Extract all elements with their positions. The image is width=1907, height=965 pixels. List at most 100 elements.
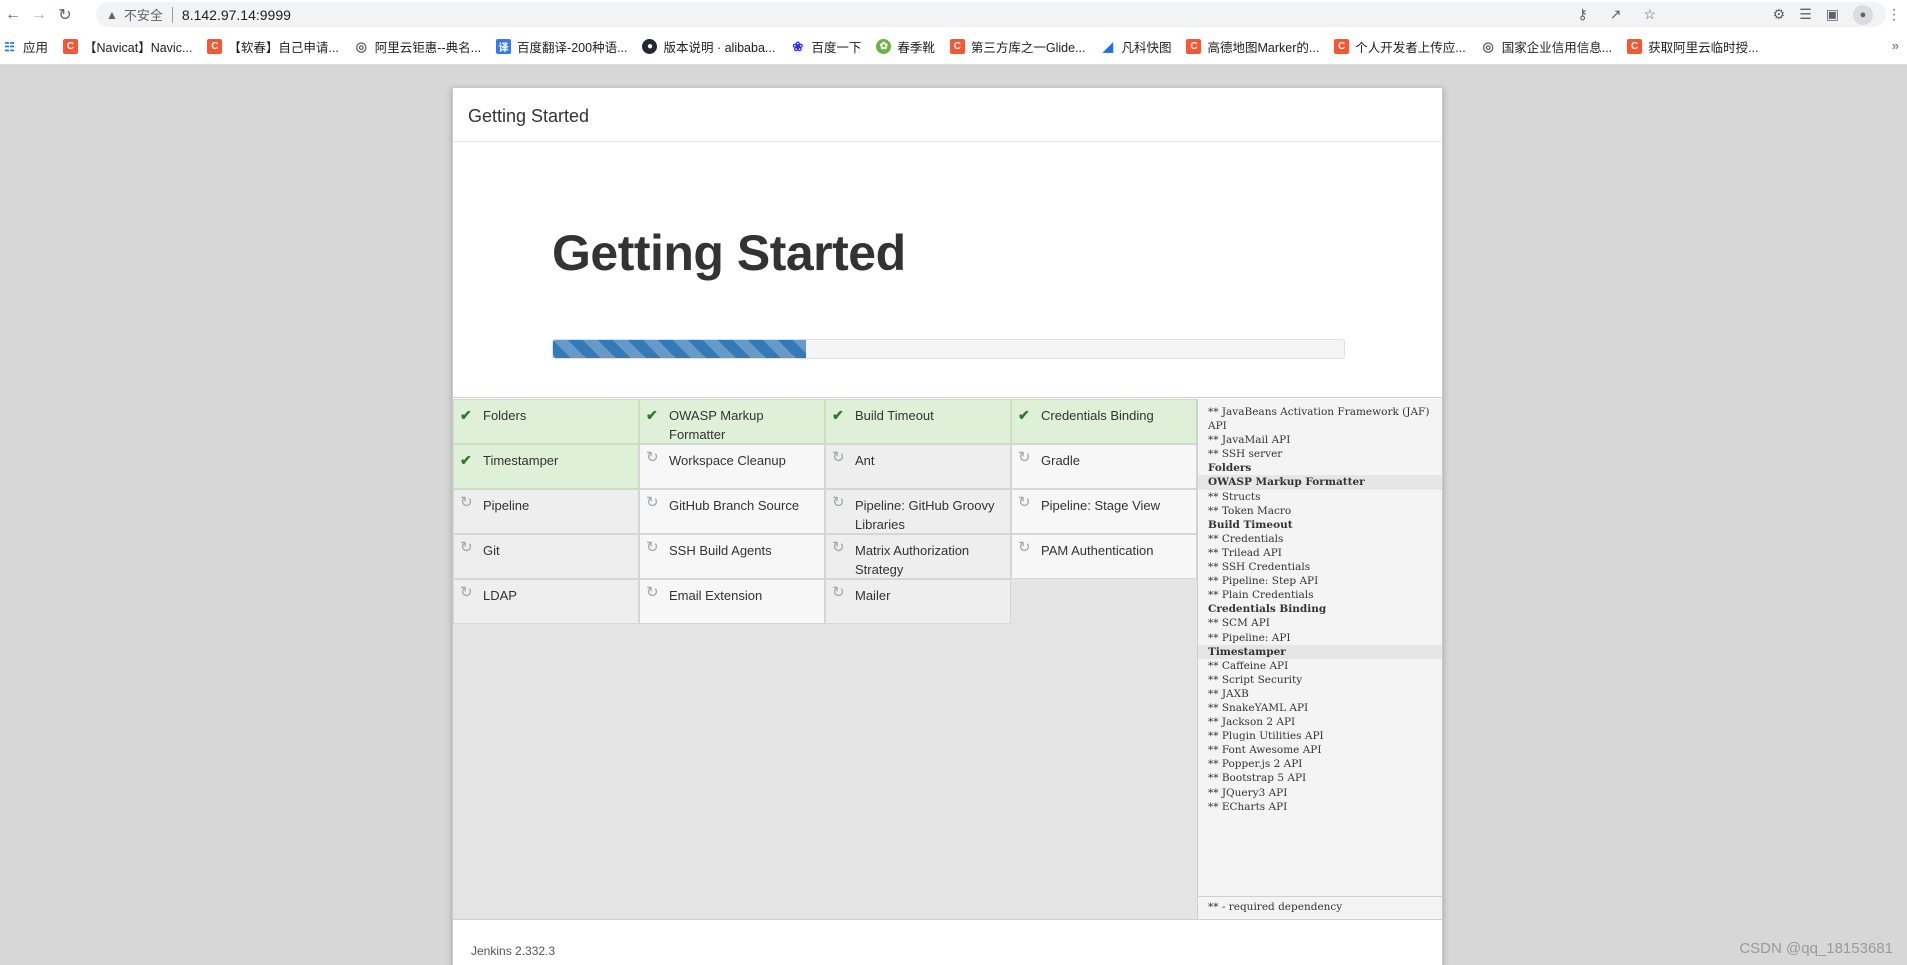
log-line: ** Bootstrap 5 API bbox=[1208, 772, 1307, 785]
log-line: ** SnakeYAML API bbox=[1208, 701, 1309, 714]
github-icon: ● bbox=[642, 39, 658, 54]
plugin-item: ↻ Mailer bbox=[825, 579, 1011, 624]
csdn-icon: C bbox=[1334, 39, 1350, 54]
address-bar[interactable]: ▲ 不安全 8.142.97.14:9999 ⚷ ↗ ☆ bbox=[96, 2, 1886, 27]
bookmark-item[interactable]: ◎ 阿里云钜惠--典名... bbox=[354, 37, 481, 56]
bookmark-item[interactable]: ✿ 春季靴 bbox=[876, 37, 935, 56]
extensions-icon[interactable]: ⚙ bbox=[1773, 6, 1786, 23]
check-icon: ✔ bbox=[1018, 407, 1030, 423]
log-line: ** JavaMail API bbox=[1208, 434, 1291, 447]
plugin-name: Timestamper bbox=[483, 453, 559, 468]
forward-arrow-icon: → bbox=[31, 5, 47, 23]
forward-button[interactable]: → bbox=[26, 2, 52, 28]
plugin-item: ✔ OWASP Markup Formatter bbox=[639, 399, 825, 444]
log-line: API bbox=[1208, 420, 1227, 433]
plugin-item: ✔ Folders bbox=[453, 399, 639, 444]
reading-list-icon[interactable]: ☰ bbox=[1799, 6, 1812, 23]
menu-icon[interactable]: ⋮ bbox=[1887, 6, 1901, 23]
plugin-item: ↻ PAM Authentication bbox=[1011, 534, 1197, 579]
bookmarks-bar: ☷ 应用 C 【Navicat】Navic... C 【软春】自己申请... ◎ 阿里云钜惠-… bbox=[0, 29, 1907, 65]
install-area: ✔ Folders ✔ OWASP Markup Formatter ✔ Build Ti… bbox=[453, 399, 1442, 919]
reload-button[interactable]: ↻ bbox=[52, 2, 78, 28]
bookmark-item[interactable]: C 【软春】自己申请... bbox=[207, 37, 339, 56]
bookmarks-overflow-icon[interactable]: » bbox=[1892, 38, 1899, 53]
csdn-icon: C bbox=[1627, 39, 1643, 54]
log-line: ** Trilead API bbox=[1208, 546, 1282, 559]
install-log[interactable]: ** JavaBeans Activation Framework (JAF) A… bbox=[1197, 399, 1442, 919]
bookmark-item[interactable]: ● 版本说明 · alibaba... bbox=[642, 37, 775, 56]
bookmark-item[interactable]: C 高德地图Marker的... bbox=[1186, 37, 1319, 56]
bookmark-label: 应用 bbox=[23, 41, 49, 55]
plugin-item: ↻ SSH Build Agents bbox=[639, 534, 825, 579]
log-line: Build Timeout bbox=[1208, 518, 1293, 531]
bookmark-item[interactable]: ☷ 应用 bbox=[2, 37, 48, 56]
log-line: ** JAXB bbox=[1208, 687, 1249, 700]
bookmark-item[interactable]: 译百度翻译-200种语... bbox=[496, 37, 627, 56]
bookmark-item[interactable]: ◢ 凡科快图 bbox=[1100, 37, 1172, 56]
bookmark-label: 百度一下 bbox=[811, 41, 862, 55]
bookmark-label: 个人开发者上传应... bbox=[1355, 41, 1466, 55]
check-icon: ✔ bbox=[646, 407, 658, 423]
globe-icon: ◎ bbox=[1482, 38, 1494, 54]
plugin-name: Ant bbox=[855, 453, 875, 468]
log-line: ** SSH server bbox=[1208, 448, 1283, 461]
log-line: ** JQuery3 API bbox=[1208, 786, 1288, 799]
star-icon[interactable]: ☆ bbox=[1643, 6, 1656, 23]
plugin-item: ↻ GitHub Branch Source bbox=[639, 489, 825, 534]
plugin-name: Folders bbox=[483, 408, 527, 423]
log-line: ** Popper.js 2 API bbox=[1208, 758, 1303, 771]
refresh-icon: ↻ bbox=[646, 449, 659, 466]
spring-icon: ✿ bbox=[876, 39, 892, 54]
insecure-label: 不安全 bbox=[123, 8, 163, 23]
refresh-icon: ↻ bbox=[1018, 539, 1031, 556]
refresh-icon: ↻ bbox=[832, 494, 845, 511]
plugin-name: Gradle bbox=[1041, 453, 1081, 468]
log-line: ** SCM API bbox=[1208, 617, 1270, 630]
plugin-item: ↻ Gradle bbox=[1011, 444, 1197, 489]
log-line: Credentials Binding bbox=[1208, 603, 1327, 616]
csdn-icon: C bbox=[207, 39, 223, 54]
bookmark-item[interactable]: C 【Navicat】Navic... bbox=[63, 37, 192, 56]
plugin-item: ↻ Pipeline bbox=[453, 489, 639, 534]
bookmark-item[interactable]: ◎ 国家企业信用信息... bbox=[1481, 37, 1613, 56]
key-icon[interactable]: ⚷ bbox=[1577, 6, 1587, 23]
bookmark-item[interactable]: C 个人开发者上传应... bbox=[1334, 37, 1466, 56]
bookmark-item[interactable]: C 获取阿里云临时授... bbox=[1627, 37, 1759, 56]
profile-avatar-icon[interactable]: ● bbox=[1853, 4, 1873, 25]
plugin-item: ↻ Email Extension bbox=[639, 579, 825, 624]
bookmark-label: 第三方库之一Glide... bbox=[970, 41, 1086, 55]
csdn-icon: C bbox=[949, 39, 965, 54]
hero-section: Getting Started bbox=[453, 142, 1442, 398]
log-line: ** Token Macro bbox=[1208, 504, 1292, 517]
refresh-icon: ↻ bbox=[646, 539, 659, 556]
back-button[interactable]: ← bbox=[0, 2, 26, 28]
refresh-icon: ↻ bbox=[460, 584, 473, 601]
apps-grid-icon: ☷ bbox=[4, 39, 15, 54]
plugin-name: LDAP bbox=[483, 588, 517, 603]
plugin-name: SSH Build Agents bbox=[669, 543, 772, 558]
log-line: Timestamper bbox=[1198, 644, 1442, 659]
share-icon[interactable]: ↗ bbox=[1610, 6, 1622, 23]
jenkins-version: Jenkins 2.332.3 bbox=[471, 944, 556, 958]
refresh-icon: ↻ bbox=[832, 539, 845, 556]
bookmark-item[interactable]: ❀ 百度一下 bbox=[790, 37, 861, 56]
fanke-icon: ◢ bbox=[1102, 38, 1113, 54]
plugin-name: PAM Authentication bbox=[1041, 543, 1154, 558]
bookmark-item[interactable]: C 第三方库之一Glide... bbox=[949, 37, 1086, 56]
plugin-name: OWASP Markup Formatter bbox=[669, 408, 764, 442]
log-legend: ** - required dependency bbox=[1197, 896, 1442, 919]
refresh-icon: ↻ bbox=[1018, 494, 1031, 511]
globe-icon: ◎ bbox=[355, 38, 367, 54]
log-line: ** Structs bbox=[1208, 490, 1261, 503]
plugin-item: ↻ Ant bbox=[825, 444, 1011, 489]
plugin-item: ✔ Timestamper bbox=[453, 444, 639, 489]
plugin-item: ↻ Pipeline: GitHub Groovy Libraries bbox=[825, 489, 1011, 534]
side-panel-icon[interactable]: ▣ bbox=[1826, 6, 1839, 23]
translate-icon: 译 bbox=[496, 39, 512, 54]
bookmark-label: 国家企业信用信息... bbox=[1501, 41, 1613, 55]
plugin-name: Mailer bbox=[855, 588, 891, 603]
csdn-icon: C bbox=[63, 39, 79, 54]
plugin-item: ↻ Workspace Cleanup bbox=[639, 444, 825, 489]
plugin-name: Build Timeout bbox=[855, 408, 934, 423]
plugin-item: ↻ Pipeline: Stage View bbox=[1011, 489, 1197, 534]
